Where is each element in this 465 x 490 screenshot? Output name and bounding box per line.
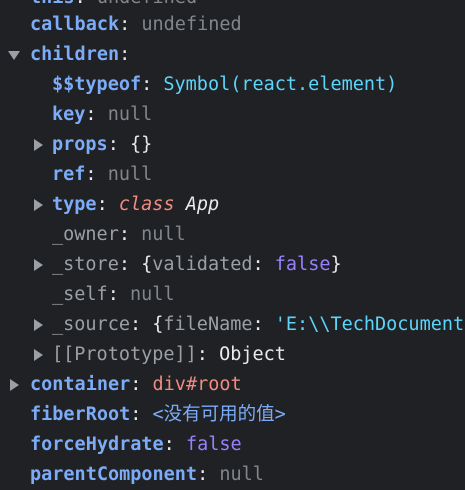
- property-key: $$typeof: [52, 74, 142, 95]
- scope-variables-tree: this: undefined callback: undefined chil…: [0, 0, 465, 490]
- property-key: props: [52, 134, 108, 155]
- preview-key: fileName: [163, 314, 253, 335]
- property-key: [[Prototype]]: [52, 344, 197, 365]
- property-value: {}: [129, 134, 153, 155]
- property-key: _store: [52, 254, 119, 275]
- tree-row-key[interactable]: key: null: [52, 100, 152, 130]
- colon: :: [119, 44, 131, 65]
- colon: :: [119, 14, 131, 35]
- tree-row-forcehydrate[interactable]: forceHydrate: false: [30, 430, 242, 460]
- preview-key: validated: [152, 254, 253, 275]
- brace-close: }: [330, 254, 342, 275]
- triangle-right-icon: [33, 139, 43, 151]
- property-key: key: [52, 104, 86, 125]
- expand-toggle[interactable]: [30, 349, 46, 361]
- colon: :: [252, 254, 264, 275]
- colon: :: [107, 134, 119, 155]
- property-key: type: [52, 194, 97, 215]
- tree-row-parentcomponent[interactable]: parentComponent: null: [30, 460, 264, 490]
- property-value: null: [141, 224, 186, 245]
- tree-row-container[interactable]: container: div #root: [6, 370, 242, 400]
- tree-row-type[interactable]: type: class App: [30, 190, 219, 220]
- colon: :: [130, 404, 142, 425]
- tree-row-children[interactable]: children:: [6, 40, 130, 70]
- tree-row-store[interactable]: _store: {validated: false}: [30, 250, 342, 280]
- tree-row-prototype[interactable]: [[Prototype]]: Object: [30, 340, 286, 370]
- class-name: App: [185, 194, 220, 215]
- property-key: callback: [30, 14, 120, 35]
- property-key: container: [30, 374, 131, 395]
- property-key: _owner: [52, 224, 119, 245]
- colon: :: [252, 314, 264, 335]
- property-value: false: [185, 434, 242, 455]
- property-value: null: [107, 164, 153, 185]
- preview-value: false: [274, 254, 331, 275]
- property-key: _source: [52, 314, 130, 335]
- tree-row-typeof[interactable]: $$typeof: Symbol(react.element): [52, 70, 397, 100]
- node-tag: div: [152, 374, 186, 395]
- tree-row-fiberroot[interactable]: fiberRoot: <没有可用的值>: [30, 400, 286, 430]
- property-value: null: [219, 464, 264, 485]
- expand-toggle[interactable]: [30, 199, 46, 211]
- property-value: Symbol(react.element): [163, 74, 398, 95]
- triangle-right-icon: [33, 349, 43, 361]
- class-keyword: class: [118, 194, 175, 215]
- expand-toggle[interactable]: [30, 259, 46, 271]
- tree-row-self[interactable]: _self: null: [52, 280, 175, 310]
- colon: :: [118, 254, 130, 275]
- property-key: fiberRoot: [30, 404, 131, 425]
- property-value: Object: [219, 344, 286, 365]
- brace-open: {: [152, 314, 164, 335]
- expand-toggle[interactable]: [30, 319, 46, 331]
- colon: :: [130, 374, 142, 395]
- colon: :: [96, 194, 108, 215]
- triangle-right-icon: [9, 379, 19, 391]
- triangle-right-icon: [33, 319, 43, 331]
- tree-row-callback[interactable]: callback: undefined: [30, 10, 242, 40]
- property-key: forceHydrate: [30, 434, 164, 455]
- colon: :: [85, 164, 97, 185]
- property-key: parentComponent: [30, 464, 198, 485]
- colon: :: [141, 74, 153, 95]
- tree-row-ref[interactable]: ref: null: [52, 160, 152, 190]
- property-value: <没有可用的值>: [152, 404, 286, 425]
- property-value: null: [129, 284, 175, 305]
- triangle-down-icon: [8, 50, 20, 60]
- expand-toggle[interactable]: [6, 50, 22, 60]
- property-value: null: [107, 104, 153, 125]
- triangle-right-icon: [33, 259, 43, 271]
- property-value: undefined: [141, 14, 242, 35]
- brace-open: {: [141, 254, 153, 275]
- property-key: ref: [52, 164, 86, 185]
- tree-row-owner[interactable]: _owner: null: [52, 220, 186, 250]
- preview-value: 'E:\\TechDocument: [274, 314, 465, 335]
- colon: :: [118, 224, 130, 245]
- property-key: _self: [52, 284, 108, 305]
- tree-row-source[interactable]: _source: {fileName: 'E:\\TechDocument: [30, 310, 464, 340]
- colon: :: [197, 464, 209, 485]
- property-key: children: [30, 44, 120, 65]
- node-id: #root: [185, 374, 242, 395]
- expand-toggle[interactable]: [6, 379, 22, 391]
- colon: :: [85, 104, 97, 125]
- colon: :: [129, 314, 142, 335]
- colon: :: [163, 434, 175, 455]
- colon: :: [107, 284, 119, 305]
- colon: :: [196, 344, 208, 365]
- tree-row-props[interactable]: props: {}: [30, 130, 152, 160]
- triangle-right-icon: [33, 199, 43, 211]
- expand-toggle[interactable]: [30, 139, 46, 151]
